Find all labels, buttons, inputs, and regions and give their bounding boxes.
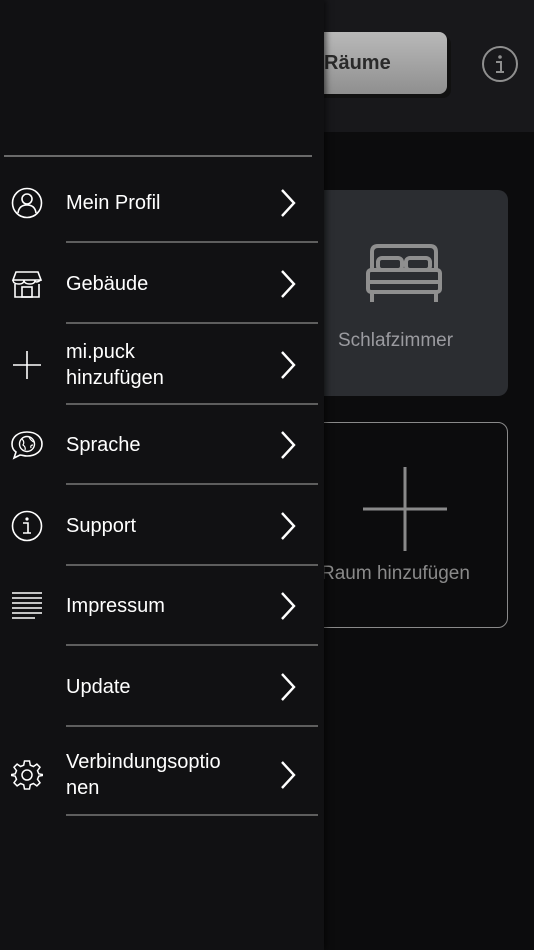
chevron-right-icon: [281, 592, 296, 620]
chevron-right-icon: [281, 270, 296, 298]
room-card-label: Schlafzimmer: [338, 330, 454, 351]
chevron-right-icon: [281, 673, 296, 701]
menu-item-building[interactable]: Gebäude: [0, 243, 324, 324]
menu-item-language[interactable]: Sprache: [0, 405, 324, 485]
menu-item-update[interactable]: Update: [0, 646, 324, 727]
profile-icon: [10, 186, 44, 220]
info-icon: [496, 55, 504, 73]
bed-icon: [366, 244, 442, 302]
menu-item-label: mi.puck hinzufügen: [66, 341, 164, 389]
chevron-right-icon: [281, 189, 296, 217]
info-icon: [10, 509, 44, 543]
plus-icon: [363, 467, 447, 551]
add-room-label: Raum hinzufügen: [321, 563, 470, 584]
menu-item-label: Impressum: [66, 595, 165, 617]
menu-item-label: Mein Profil: [66, 192, 161, 214]
language-icon: [10, 428, 44, 462]
menu-item-support[interactable]: Support: [0, 485, 324, 566]
info-button[interactable]: [482, 46, 518, 82]
chevron-right-icon: [281, 512, 296, 540]
chevron-right-icon: [281, 761, 296, 789]
menu-item-label: Update: [66, 676, 131, 698]
plus-icon: [10, 348, 44, 382]
menu-item-label: Verbindungsoptio nen: [66, 751, 221, 799]
menu-separator: [66, 814, 318, 816]
building-icon: [10, 267, 44, 301]
menu-item-add-mipuck[interactable]: mi.puck hinzufügen: [0, 324, 324, 405]
menu-item-imprint[interactable]: Impressum: [0, 566, 324, 646]
rooms-tab-label: Räume: [324, 51, 391, 74]
gear-icon: [10, 758, 44, 792]
chevron-right-icon: [281, 431, 296, 459]
side-drawer: Mein Profil Gebäude mi.puck hinzufügen S…: [0, 0, 324, 950]
list-icon: [10, 589, 44, 623]
menu-item-label: Sprache: [66, 434, 141, 456]
menu-item-connection-options[interactable]: Verbindungsoptio nen: [0, 727, 324, 816]
chevron-right-icon: [281, 351, 296, 379]
menu-item-profile[interactable]: Mein Profil: [0, 163, 324, 243]
drawer-top-divider: [4, 155, 312, 157]
menu-item-label: Gebäude: [66, 273, 149, 295]
menu-item-label: Support: [66, 515, 137, 537]
